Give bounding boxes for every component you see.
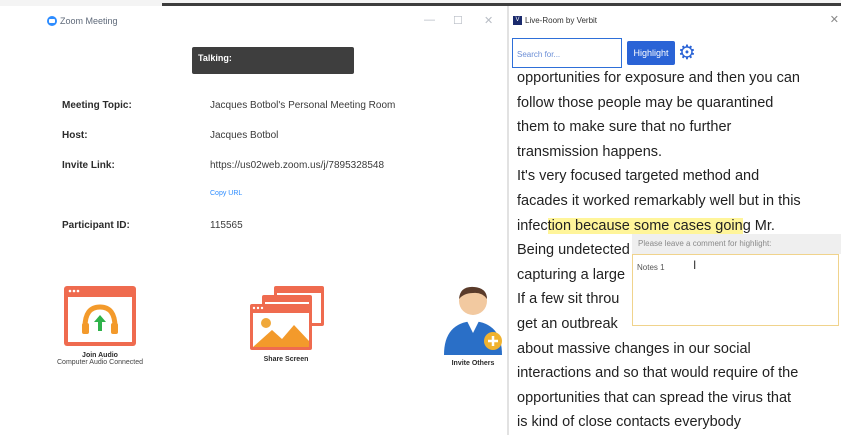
gear-icon[interactable]: ⚙ [678,41,696,65]
meeting-topic-value: Jacques Botbol's Personal Meeting Room [210,100,396,111]
join-audio-label: Join Audio [82,352,118,359]
comment-textarea[interactable]: Notes 1 [632,254,839,326]
participant-id-label: Participant ID: [62,220,130,231]
transcript-line: opportunities that can spread the virus … [517,389,792,406]
highlight-button[interactable]: Highlight [627,41,675,65]
share-screen-button[interactable]: Share Screen [236,285,336,363]
headphones-icon [64,286,136,346]
transcript-line: them to make sure that no further [517,119,732,136]
comment-popup: Please leave a comment for highlight: No… [632,234,841,328]
copy-url-link[interactable]: Copy URL [210,190,242,197]
share-screen-label: Share Screen [263,356,309,363]
transcript-line: facades it worked remarkably well but in… [517,192,801,209]
invite-link-value: https://us02web.zoom.us/j/7895328548 [210,160,385,171]
transcript-line: opportunities for exposure and then you … [517,70,800,86]
transcript-text: infec [517,217,548,234]
verbit-logo-icon: V [513,16,522,25]
verbit-window: V Live-Room by Verbit ✕ Search for... Hi… [509,6,841,435]
talking-indicator: Talking: [192,47,354,74]
invite-others-label: Invite Others [451,360,495,367]
join-audio-button[interactable]: Join Audio Computer Audio Connected [40,285,160,366]
close-icon[interactable]: ✕ [484,14,493,27]
host-label: Host: [62,130,88,141]
share-screen-icon [250,286,324,350]
verbit-window-title: Live-Room by Verbit [525,16,598,25]
host-value: Jacques Botbol [210,130,279,141]
transcript-line: is kind of close contacts everybody [517,414,742,431]
text-cursor-icon: I [693,258,697,272]
transcript-text: g Mr. [742,217,775,234]
verbit-titlebar: V Live-Room by Verbit [513,16,597,25]
verbit-close-icon[interactable]: ✕ [830,13,839,26]
transcript-line: follow those people may be quarantined [517,94,774,111]
audio-status-text: Computer Audio Connected [57,359,143,366]
search-input[interactable]: Search for... [512,38,622,68]
zoom-window: Zoom Meeting — ☐ ✕ Talking: Meeting Topi… [0,6,507,435]
zoom-logo-icon [47,16,57,26]
zoom-window-title: Zoom Meeting [60,16,118,26]
invite-others-button[interactable]: Invite Others [440,283,506,367]
transcript-line: It's very focused targeted method and [517,168,760,185]
minimize-icon[interactable]: — [424,14,435,26]
participant-id-value: 115565 [210,220,243,231]
invite-person-icon [444,286,502,355]
highlighted-text[interactable]: tion because some cases goin [547,217,743,234]
zoom-titlebar: Zoom Meeting [47,16,118,26]
invite-link-label: Invite Link: [62,160,115,171]
maximize-icon[interactable]: ☐ [453,14,463,27]
meeting-topic-label: Meeting Topic: [62,100,132,111]
comment-prompt: Please leave a comment for highlight: [632,234,841,254]
transcript-line: about massive changes in our social [517,340,751,357]
transcript-line: interactions and so that would require o… [517,365,799,382]
transcript-line: transmission happens. [517,143,663,160]
